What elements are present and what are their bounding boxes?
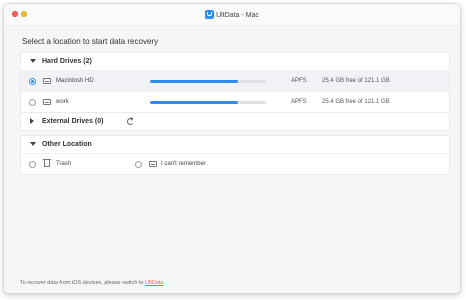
hard-drive-icon <box>43 99 51 105</box>
drive-free-space: 25.4 GB free of 121.1 GB <box>322 78 390 84</box>
drive-free-space: 25.4 GB free of 121.1 GB <box>322 99 390 105</box>
drive-name: work <box>56 99 69 105</box>
usage-bar <box>150 80 266 83</box>
usage-bar-fill <box>150 101 239 104</box>
chevron-down-icon <box>30 142 36 146</box>
hard-drive-icon <box>43 78 51 84</box>
drive-row-macintosh-hd[interactable]: Macintosh HD APFS 25.4 GB free of 121.1 … <box>21 70 449 91</box>
drive-row-work[interactable]: work APFS 25.4 GB free of 121.1 GB <box>21 91 449 112</box>
footer: To recover data from iOS devices, please… <box>4 273 460 293</box>
usage-bar <box>150 101 266 104</box>
hard-drives-section: Hard Drives (2) Macintosh HD APFS 25.4 G… <box>20 52 450 113</box>
page-heading: Select a location to start data recovery <box>22 37 159 46</box>
other-location-title: Other Location <box>42 141 92 148</box>
hard-drives-header[interactable]: Hard Drives (2) <box>21 53 449 70</box>
external-drives-header[interactable]: External Drives (0) <box>21 113 449 130</box>
trash-icon <box>43 159 51 167</box>
other-location-row: Trash I can't remember <box>21 153 449 174</box>
ultdata-logo-icon <box>205 10 215 19</box>
hard-drive-icon <box>149 161 157 167</box>
chevron-right-icon <box>30 118 34 124</box>
location-trash[interactable]: Trash <box>56 154 71 175</box>
footer-text: To recover data from iOS devices, please… <box>20 280 144 286</box>
title-bar: UltData - Mac <box>4 4 460 26</box>
location-i-cant-remember[interactable]: I can't remember <box>161 154 206 175</box>
window-title: UltData - Mac <box>4 10 460 21</box>
radio-trash[interactable] <box>29 161 36 168</box>
other-location-header[interactable]: Other Location <box>21 136 449 153</box>
drive-name: Macintosh HD <box>56 78 94 84</box>
app-window: UltData - Mac Select a location to start… <box>3 3 461 294</box>
radio-macintosh-hd[interactable] <box>29 78 36 85</box>
drive-filesystem: APFS <box>291 78 307 84</box>
usage-bar-fill <box>150 80 239 83</box>
chevron-down-icon <box>30 59 36 63</box>
drive-filesystem: APFS <box>291 99 307 105</box>
switch-to-ultdata-link[interactable]: UltData <box>145 280 163 286</box>
external-drives-section: External Drives (0) <box>20 112 450 131</box>
refresh-icon[interactable] <box>127 118 134 125</box>
hard-drives-title: Hard Drives (2) <box>42 58 92 65</box>
radio-i-cant-remember[interactable] <box>135 161 142 168</box>
radio-work[interactable] <box>29 99 36 106</box>
other-location-section: Other Location Trash I can't remember <box>20 135 450 175</box>
window-title-text: UltData - Mac <box>216 12 259 19</box>
external-drives-title: External Drives (0) <box>42 118 104 125</box>
